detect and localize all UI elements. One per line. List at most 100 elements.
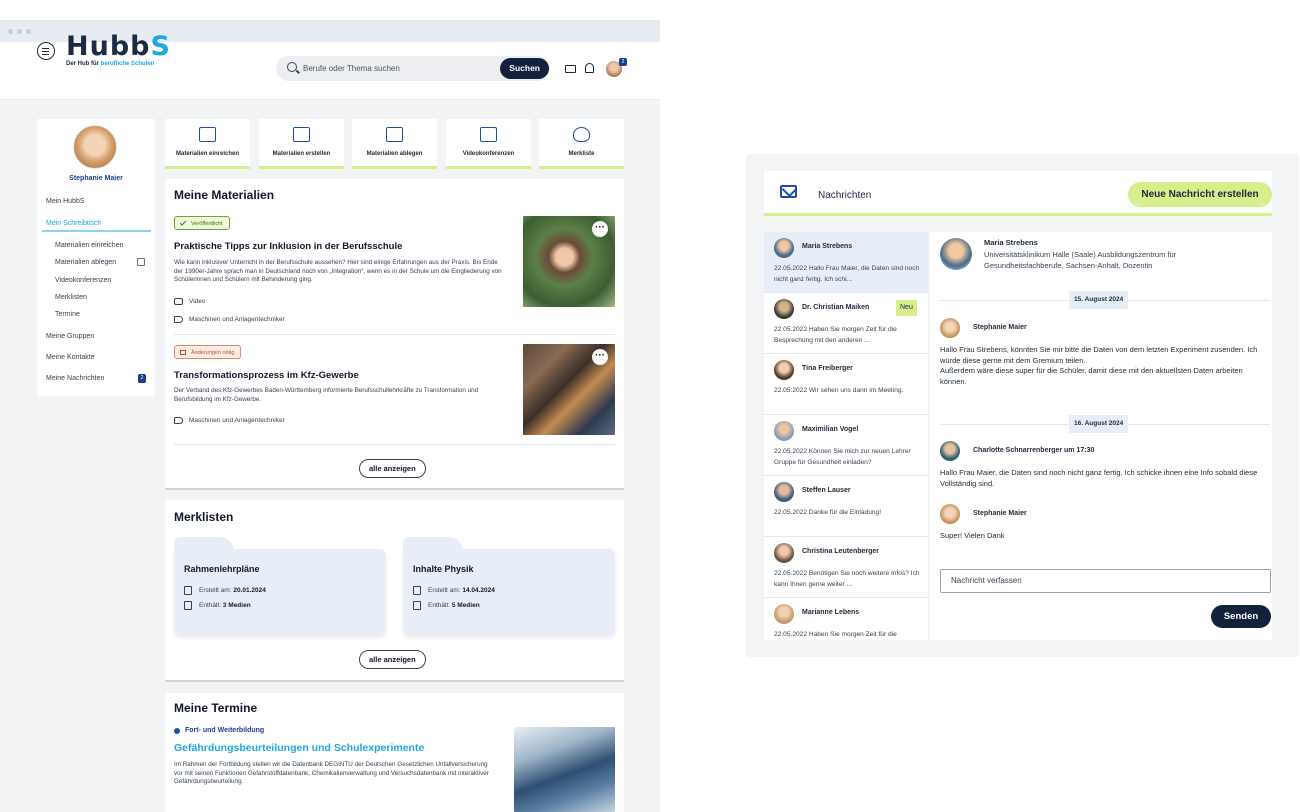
conversation-item[interactable]: Maximilian Vogel 22.05.2022 Können Sie mi… [764,415,928,476]
more-options-button[interactable]: ··· [592,349,608,365]
sidebar: Stephanie Maier Mein HubbS Mein Schreibt… [37,119,155,396]
more-options-button[interactable]: ··· [592,221,608,237]
status-badge-changes-needed: Änderungen nötig [174,345,242,359]
folder-contains: Enthält: 5 Medien [413,601,480,610]
event-category: Fort- und Weiterbildung [185,727,265,734]
termine-card: Meine Termine Fort- und Weiterbildung Ge… [165,693,624,812]
tile-merkliste[interactable]: Merkliste [539,119,624,169]
sidebar-item-mein-schreibtisch[interactable]: Mein Schreibtisch [46,220,101,227]
message-text: Hallo Frau Strebens, könnten Sie mir bit… [940,345,1258,386]
conversation-item[interactable]: Marianne Lebens 22.05.2022 Haben Sie morg… [764,598,928,640]
merkliste-folder[interactable]: Rahmenlehrpläne Erstellt am: 20.01.2024 … [174,537,386,635]
sidebar-item-termine[interactable]: Termine [55,311,80,318]
event-description: Im Rahmen der Fortbildung stellen wir di… [174,761,489,785]
search-bar[interactable]: Berufe oder Thema suchen Suchen [276,56,550,81]
folder-created: Erstellt am: 14.04.2024 [413,586,495,595]
tile-videokonferenzen[interactable]: Videokonferenzen [446,119,531,169]
bell-icon[interactable] [585,63,594,73]
sidebar-item-materialien-ablegen[interactable]: Materialien ablegen [55,259,116,266]
hubbs-logo[interactable]: HubbS [66,33,171,61]
folder-title: Rahmenlehrpläne [184,564,260,574]
window-dot [17,29,22,34]
avatar [774,482,794,502]
event-thumbnail[interactable] [514,727,615,812]
video-icon [174,298,183,305]
avatar [774,543,794,563]
material-description: Der Verband des Kfz-Gewerbes Baden-Württ… [174,387,479,403]
tile-materialien-erstellen[interactable]: Materialien erstellen [259,119,344,169]
materials-heading: Meine Materialien [174,188,275,202]
avatar-badge: 2 [619,58,627,66]
contact-organization: Universitätsklinikum Halle (Saale) Ausbi… [984,250,1177,270]
heart-icon [573,127,590,142]
avatar [940,318,960,338]
sidebar-item-merklisten[interactable]: Merklisten [55,294,87,301]
show-all-merklisten-button[interactable]: alle anzeigen [359,650,426,669]
tile-materialien-ablegen[interactable]: Materialien ablegen [352,119,437,169]
mail-icon[interactable] [565,65,576,73]
sidebar-item-meine-nachrichten[interactable]: Meine Nachrichten [46,375,104,382]
date-chip: 16. August 2024 [1069,415,1129,433]
window-dot [8,29,13,34]
conversation-list: Maria Strebens 22.05.2022 Hallo Frau Maie… [764,232,928,640]
avatar [774,360,794,380]
messages-title: Nachrichten [818,190,872,201]
tag-icon [174,417,183,424]
termine-heading: Meine Termine [174,701,258,715]
document-icon [386,127,403,142]
message-sender: Stephanie Maier [940,504,1027,524]
material-title[interactable]: Transformationsprozess im Kfz-Gewerbe [174,370,359,381]
merklisten-heading: Merklisten [174,510,234,524]
sidebar-item-videokonferenzen[interactable]: Videokonferenzen [55,277,111,284]
external-link-icon[interactable] [137,258,145,266]
avatar [774,604,794,624]
material-description: Wie kann inklusiver Unterricht in der Be… [174,259,502,283]
search-input[interactable]: Berufe oder Thema suchen [303,64,400,73]
merkliste-folder[interactable]: Inhalte Physik Erstellt am: 14.04.2024 E… [403,537,615,635]
sidebar-item-meine-gruppen[interactable]: Meine Gruppen [46,333,94,340]
folder-contains: Enthält: 3 Medien [184,601,251,610]
divider [174,334,615,335]
folder-title: Inhalte Physik [413,564,474,574]
status-badge-published: Veröffentlicht [174,216,230,230]
date-chip: 15. August 2024 [1069,291,1129,309]
sidebar-item-materialien-einreichen[interactable]: Materialien einreichen [55,242,123,249]
avatar [774,421,794,441]
conversation-item[interactable]: Tina Freiberger 22.05.2022 Wir sehen uns … [764,354,928,415]
conversation-item[interactable]: Steffen Lauser 22.05.2022 Danke für die E… [764,476,928,537]
logo-subtitle: Der Hub für berufliche Schulen [66,61,155,67]
conversation-item[interactable]: Christina Leutenberger 22.05.2022 Benötig… [764,537,928,598]
message-thread: Maria Strebens Universitätsklinikum Hall… [930,232,1272,640]
compose-message-input[interactable]: Nachricht verfassen [940,569,1271,593]
check-icon [179,219,187,226]
message-sender: Charlotte Schnarrenberger um 17:30 [940,441,1094,461]
sidebar-item-mein-hubbs[interactable]: Mein HubbS [46,198,85,205]
calendar-icon [413,586,421,595]
tile-materialien-einreichen[interactable]: Materialien einreichen [165,119,250,169]
material-type: Video [174,298,206,305]
new-message-button[interactable]: Neue Nachricht erstellen [1128,182,1272,207]
hamburger-menu-icon[interactable] [37,42,55,60]
avatar [940,504,960,524]
file-icon [413,601,421,610]
show-all-materials-button[interactable]: alle anzeigen [359,459,426,478]
active-underline [42,230,151,232]
event-title[interactable]: Gefährdungsbeurteilungen und Schulexperi… [174,742,424,754]
conversation-item[interactable]: Maria Strebens 22.05.2022 Hallo Frau Maie… [764,232,928,293]
search-button[interactable]: Suchen [500,58,549,79]
materials-card: Meine Materialien Veröffentlicht Praktis… [165,179,624,490]
material-category: Maschinen und Anlagentechniker [174,417,285,424]
message-sender: Stephanie Maier [940,318,1027,338]
new-badge: Neu [896,300,917,316]
upload-image-icon [199,127,216,142]
message-text: Hallo Frau Maier, die Daten sind noch ni… [940,468,1258,488]
file-icon [184,601,192,610]
conversation-item[interactable]: Dr. Christian Maiken Neu 22.05.2022 Haben … [764,293,928,354]
video-screen-icon [480,127,497,142]
send-button[interactable]: Senden [1211,605,1271,628]
messages-window: Nachrichten Neue Nachricht erstellen Mar… [746,154,1299,657]
contact-avatar [940,238,972,270]
sidebar-item-meine-kontakte[interactable]: Meine Kontakte [46,354,95,361]
profile-avatar [73,125,117,169]
material-title[interactable]: Praktische Tipps zur Inklusion in der Be… [174,241,402,252]
